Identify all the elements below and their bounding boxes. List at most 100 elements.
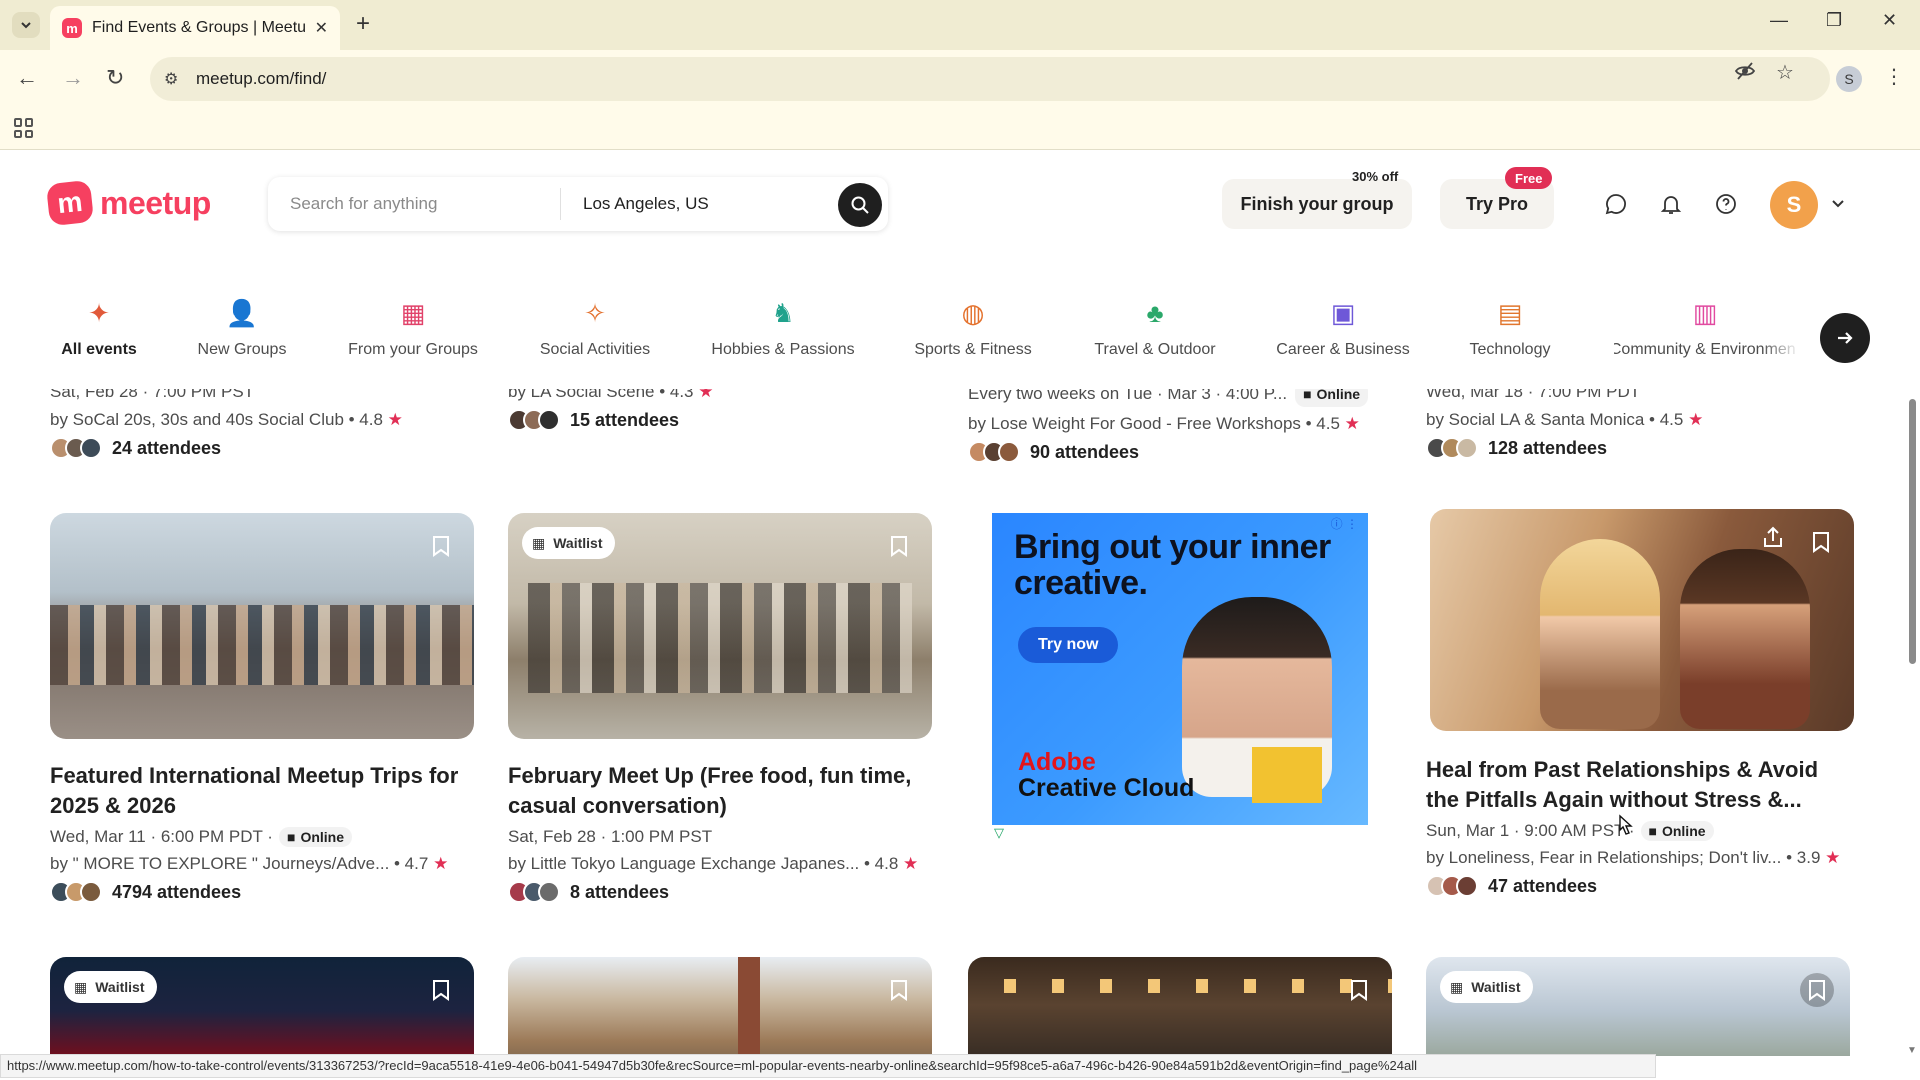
bookmark-icon[interactable] (882, 529, 916, 563)
event-image[interactable] (1430, 509, 1854, 731)
share-icon[interactable] (1762, 525, 1792, 555)
site-settings-icon[interactable]: ⚙ (164, 69, 178, 89)
event-image[interactable]: ▦ Waitlist (50, 957, 474, 1056)
briefcase-icon: ▣ (1330, 297, 1356, 328)
calendar-icon: ▦ (1450, 978, 1464, 995)
category-travel-outdoor[interactable]: ♣ Travel & Outdoor (1065, 261, 1245, 359)
event-image[interactable] (508, 957, 932, 1056)
sparkle-icon: ✦ (88, 297, 110, 328)
attendees: 4794 attendees (50, 881, 474, 903)
event-title[interactable]: Heal from Past Relationships & Avoid the… (1426, 755, 1850, 815)
calendar-icon: ▦ (74, 978, 88, 995)
waitlist-badge: ▦ Waitlist (522, 527, 615, 559)
event-image[interactable]: ▦ Waitlist (1426, 957, 1850, 1056)
category-career-business[interactable]: ▣ Career & Business (1253, 261, 1433, 359)
close-icon[interactable]: ✕ (315, 18, 328, 38)
event-image[interactable]: ▦ Waitlist (508, 513, 932, 739)
star-icon: ★ (1344, 414, 1360, 433)
notifications-bell-icon[interactable] (1658, 191, 1684, 217)
event-card[interactable]: Wed, Mar 18 · 7:00 PM PDT by Social LA &… (1426, 381, 1850, 459)
ad-cta-button[interactable]: Try now (1018, 627, 1119, 663)
category-from-your-groups[interactable]: ▦ From your Groups (323, 261, 503, 359)
forward-arrow-icon[interactable]: → (62, 66, 84, 90)
category-next-button[interactable] (1820, 313, 1870, 363)
attendees: 47 attendees (1426, 875, 1850, 897)
event-card[interactable] (968, 957, 1392, 1056)
category-sports-fitness[interactable]: ◍ Sports & Fitness (883, 261, 1063, 359)
category-technology[interactable]: ▤ Technology (1420, 261, 1600, 359)
event-title[interactable]: Featured International Meetup Trips for … (50, 761, 474, 821)
star-icon: ★ (903, 854, 919, 873)
arrow-right-icon (1838, 332, 1853, 344)
event-card[interactable]: ▦ Waitlist (1426, 957, 1850, 1056)
category-bar: ✦ All events 👤 New Groups ▦ From your Gr… (0, 261, 1920, 389)
category-community-environment[interactable]: ▥ Community & Environment (1614, 261, 1796, 359)
search-button[interactable] (838, 183, 882, 227)
chevron-down-icon[interactable] (1830, 195, 1846, 216)
browser-menu-icon[interactable]: ⋮ (1884, 64, 1904, 89)
discount-badge: 30% off (1352, 169, 1399, 184)
meetup-logo[interactable]: m meetup (45, 179, 211, 227)
free-badge: Free (1505, 167, 1553, 189)
user-avatar[interactable]: S (1770, 181, 1818, 229)
browser-tab[interactable]: m Find Events & Groups | Meetup ✕ (50, 6, 340, 50)
bookmark-icon[interactable] (1800, 973, 1834, 1007)
event-card[interactable]: Heal from Past Relationships & Avoid the… (1426, 509, 1854, 897)
event-card[interactable]: ▦ Waitlist (50, 957, 474, 1056)
tab-search-button[interactable] (12, 12, 40, 38)
scroll-down-icon[interactable]: ▼ (1907, 1045, 1917, 1056)
ad-info-icon[interactable]: ⓘ ⋮ (1331, 515, 1358, 532)
location-input[interactable] (583, 184, 853, 224)
event-title[interactable]: February Meet Up (Free food, fun time, c… (508, 761, 932, 821)
category-social-activities[interactable]: ✧ Social Activities (505, 261, 685, 359)
attendee-avatars (1426, 875, 1478, 897)
star-icon: ★ (1688, 410, 1704, 429)
bookmark-icon[interactable] (1804, 525, 1838, 559)
link-status-bar: https://www.meetup.com/how-to-take-contr… (0, 1054, 1656, 1078)
window-close-icon[interactable]: ✕ (1882, 10, 1897, 31)
bookmark-star-icon[interactable]: ☆ (1776, 60, 1794, 85)
event-card[interactable]: Featured International Meetup Trips for … (50, 513, 474, 903)
apps-grid-icon[interactable] (14, 118, 34, 138)
event-card[interactable] (508, 957, 932, 1056)
back-arrow-icon[interactable]: ← (16, 66, 38, 90)
star-icon: ★ (387, 410, 403, 429)
event-card[interactable]: ▦ Waitlist February Meet Up (Free food, f… (508, 513, 932, 903)
calendar-icon: ▦ (400, 297, 426, 328)
minimize-icon[interactable]: — (1770, 10, 1788, 31)
attendee-count: 128 attendees (1488, 437, 1608, 458)
reload-icon[interactable]: ↻ (106, 66, 124, 90)
ad-brand: Adobe Creative Cloud (1018, 748, 1195, 802)
event-image[interactable] (968, 957, 1392, 1056)
bookmarks-bar (0, 108, 1920, 150)
search-bar (268, 177, 888, 231)
event-card[interactable]: Sat, Feb 28 · 7:00 PM PST by SoCal 20s, … (50, 381, 474, 459)
event-image[interactable] (50, 513, 474, 739)
attendees: 24 attendees (50, 437, 474, 459)
category-hobbies-passions[interactable]: ♞ Hobbies & Passions (693, 261, 873, 359)
messages-icon[interactable] (1603, 191, 1629, 217)
new-tab-plus-icon[interactable]: + (356, 12, 370, 36)
eye-slash-icon[interactable] (1734, 60, 1756, 88)
adchoices-icon[interactable]: ▽ (994, 825, 1004, 841)
event-card[interactable]: Every two weeks on Tue · Mar 3 · 4:00 P.… (968, 381, 1392, 463)
star-icon: ★ (433, 854, 449, 873)
advertisement[interactable]: ⓘ ⋮ Bring out your inner creative. Try n… (992, 513, 1368, 825)
laptop-icon: ▤ (1497, 297, 1523, 328)
bookmark-icon[interactable] (424, 973, 458, 1007)
browser-profile-avatar[interactable]: S (1836, 66, 1862, 92)
category-new-groups[interactable]: 👤 New Groups (152, 261, 332, 359)
event-date: Sun, Mar 1 · 9:00 AM PST · ■ Online (1426, 821, 1850, 841)
video-icon: ■ (1648, 823, 1657, 839)
search-input[interactable] (290, 184, 560, 224)
event-organizer: by Lose Weight For Good - Free Workshops… (968, 414, 1360, 433)
finish-group-button[interactable]: Finish your group (1222, 179, 1412, 229)
restore-icon[interactable]: ❐ (1826, 10, 1842, 31)
scrollbar-thumb[interactable] (1909, 399, 1916, 664)
bookmark-icon[interactable] (1342, 973, 1376, 1007)
address-bar[interactable]: ⚙ meetup.com/find/ (150, 57, 1830, 101)
bookmark-icon[interactable] (882, 973, 916, 1007)
event-organizer: by " MORE TO EXPLORE " Journeys/Adve... … (50, 854, 449, 873)
bookmark-icon[interactable] (424, 529, 458, 563)
help-icon[interactable] (1713, 191, 1739, 217)
